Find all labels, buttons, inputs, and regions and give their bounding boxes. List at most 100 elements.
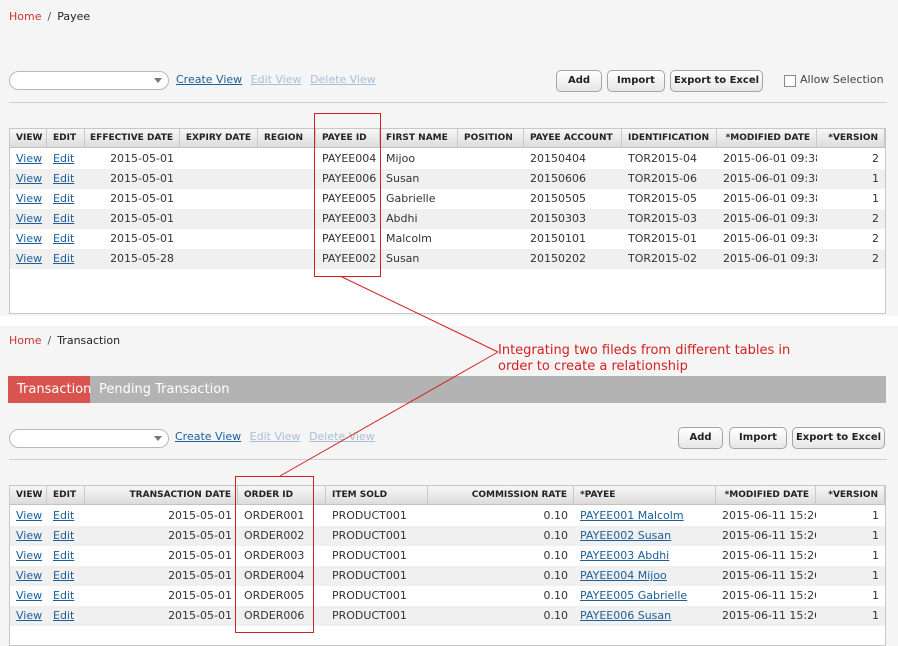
view-link[interactable]: View: [16, 549, 42, 562]
table-cell: [258, 149, 316, 169]
edit-link[interactable]: Edit: [53, 252, 74, 265]
table-cell: [180, 189, 258, 209]
edit-link[interactable]: Edit: [53, 569, 74, 582]
import-button[interactable]: Import: [607, 70, 665, 92]
table-cell: 1: [872, 549, 879, 562]
table-row[interactable]: View Edit 2015-05-01 PAYEE001 Malcolm 2015010…: [10, 229, 885, 249]
tab-pending-transaction[interactable]: Pending Transaction: [90, 376, 238, 403]
payee-link[interactable]: PAYEE004 Mijoo: [580, 569, 667, 582]
column-header[interactable]: VIEW: [10, 129, 47, 147]
transaction-table: VIEW EDIT TRANSACTION DATE ORDER ID ITEM SOL…: [9, 485, 886, 646]
view-link[interactable]: View: [16, 609, 42, 622]
table-cell: PAYEE001 Malcolm: [574, 506, 716, 526]
table-row[interactable]: View Edit 2015-05-01 ORDER006 PRODUCT001 0.10…: [10, 606, 885, 626]
table-row[interactable]: View Edit 2015-05-01 ORDER004 PRODUCT001 0.10…: [10, 566, 885, 586]
view-link[interactable]: View: [16, 232, 42, 245]
table-cell: ORDER001: [244, 509, 305, 522]
table-cell: 0.10: [543, 609, 569, 622]
table-row[interactable]: View Edit 2015-05-01 PAYEE004 Mijoo 20150404 T…: [10, 149, 885, 169]
table-cell: PAYEE002 Susan: [574, 526, 716, 546]
view-link[interactable]: View: [16, 212, 42, 225]
edit-view-link: Edit View: [250, 73, 302, 86]
table-cell: [458, 169, 524, 189]
payee-link[interactable]: PAYEE002 Susan: [580, 529, 671, 542]
table-cell: PAYEE004 Mijoo: [574, 566, 716, 586]
payee-link[interactable]: PAYEE006 Susan: [580, 609, 671, 622]
edit-link[interactable]: Edit: [53, 152, 74, 165]
column-header[interactable]: EXPIRY DATE: [180, 129, 258, 147]
tab-transaction[interactable]: Transaction: [8, 376, 91, 403]
edit-link[interactable]: Edit: [53, 232, 74, 245]
table-row[interactable]: View Edit 2015-05-01 ORDER002 PRODUCT001 0.10…: [10, 526, 885, 546]
table-row[interactable]: View Edit 2015-05-28 PAYEE002 Susan 20150202 T…: [10, 249, 885, 269]
add-button[interactable]: Add: [556, 70, 602, 92]
table-row[interactable]: View Edit 2015-05-01 PAYEE006 Susan 20150606 T…: [10, 169, 885, 189]
view-link[interactable]: View: [16, 529, 42, 542]
table-row[interactable]: View Edit 2015-05-01 ORDER003 PRODUCT001 0.10…: [10, 546, 885, 566]
edit-link[interactable]: Edit: [53, 529, 74, 542]
view-link[interactable]: View: [16, 172, 42, 185]
table-cell: View: [10, 169, 47, 189]
edit-link[interactable]: Edit: [53, 549, 74, 562]
table-cell: TOR2015-01: [628, 232, 697, 245]
column-header[interactable]: EDIT: [47, 129, 85, 147]
column-header[interactable]: *PAYEE: [574, 486, 716, 504]
view-link[interactable]: View: [16, 252, 42, 265]
view-select[interactable]: [9, 71, 169, 90]
add-button[interactable]: Add: [678, 427, 723, 449]
create-view-link[interactable]: Create View: [175, 430, 241, 443]
column-header[interactable]: FIRST NAME: [380, 129, 458, 147]
breadcrumb-home-link[interactable]: Home: [9, 10, 41, 23]
column-header[interactable]: PAYEE ACCOUNT: [524, 129, 622, 147]
column-header[interactable]: VIEW: [10, 486, 47, 504]
table-cell: 2: [872, 152, 879, 165]
table-cell: PRODUCT001: [332, 509, 407, 522]
edit-link[interactable]: Edit: [53, 192, 74, 205]
payee-link[interactable]: PAYEE001 Malcolm: [580, 509, 684, 522]
view-link[interactable]: View: [16, 569, 42, 582]
edit-link[interactable]: Edit: [53, 172, 74, 185]
view-link[interactable]: View: [16, 589, 42, 602]
view-link[interactable]: View: [16, 192, 42, 205]
column-header[interactable]: IDENTIFICATION: [622, 129, 717, 147]
column-header[interactable]: EDIT: [47, 486, 85, 504]
view-link[interactable]: View: [16, 152, 42, 165]
create-view-link[interactable]: Create View: [176, 73, 242, 86]
breadcrumb-home-link[interactable]: Home: [9, 334, 41, 347]
edit-link[interactable]: Edit: [53, 212, 74, 225]
column-header[interactable]: ORDER ID: [238, 486, 326, 504]
column-header[interactable]: REGION: [258, 129, 316, 147]
payee-link[interactable]: PAYEE005 Gabrielle: [580, 589, 687, 602]
import-button[interactable]: Import: [729, 427, 787, 449]
column-header[interactable]: ITEM SOLD: [326, 486, 428, 504]
column-header[interactable]: *VERSION: [817, 129, 885, 147]
column-header[interactable]: COMMISSION RATE: [428, 486, 574, 504]
column-header[interactable]: *MODIFIED DATE: [717, 129, 817, 147]
export-excel-button[interactable]: Export to Excel: [670, 70, 763, 92]
view-select[interactable]: [9, 429, 169, 448]
table-row[interactable]: View Edit 2015-05-01 PAYEE005 Gabrielle 20150…: [10, 189, 885, 209]
column-header[interactable]: PAYEE ID: [316, 129, 380, 147]
export-excel-button[interactable]: Export to Excel: [792, 427, 885, 449]
allow-selection-checkbox[interactable]: [784, 75, 796, 87]
table-cell: 20150404: [530, 152, 586, 165]
column-header[interactable]: *MODIFIED DATE: [716, 486, 816, 504]
column-header[interactable]: *VERSION: [816, 486, 885, 504]
table-cell: 2015-05-01: [110, 192, 174, 205]
edit-link[interactable]: Edit: [53, 609, 74, 622]
edit-link[interactable]: Edit: [53, 589, 74, 602]
table-cell: 2: [872, 212, 879, 225]
edit-link[interactable]: Edit: [53, 509, 74, 522]
table-row[interactable]: View Edit 2015-05-01 ORDER005 PRODUCT001 0.10…: [10, 586, 885, 606]
table-row[interactable]: View Edit 2015-05-01 PAYEE003 Abdhi 20150303 T…: [10, 209, 885, 229]
column-header[interactable]: TRANSACTION DATE: [85, 486, 238, 504]
table-row[interactable]: View Edit 2015-05-01 ORDER001 PRODUCT001 0.10…: [10, 506, 885, 526]
payee-link[interactable]: PAYEE003 Abdhi: [580, 549, 669, 562]
table-cell: [180, 229, 258, 249]
table-cell: Edit: [47, 189, 85, 209]
breadcrumb: Home / Payee: [9, 10, 90, 23]
view-link[interactable]: View: [16, 509, 42, 522]
table-cell: 2015-05-01: [110, 212, 174, 225]
column-header[interactable]: EFFECTIVE DATE: [85, 129, 180, 147]
column-header[interactable]: POSITION: [458, 129, 524, 147]
